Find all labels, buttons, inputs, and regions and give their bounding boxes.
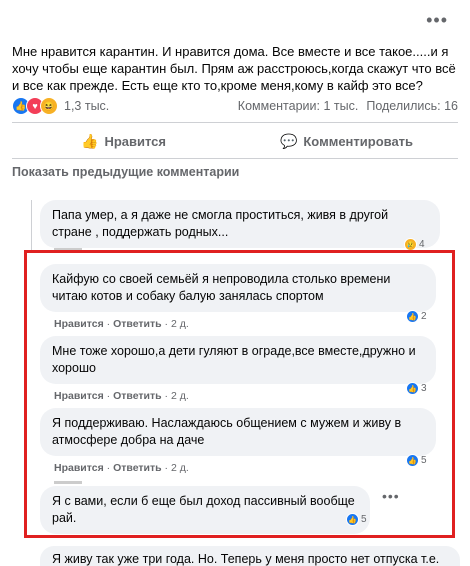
thread-line <box>31 200 32 250</box>
thumbs-up-icon: 👍 <box>81 132 99 149</box>
post-stats: 👍 ♥ 😆 1,3 тыс. Комментарии: 1 тыс. Подел… <box>12 97 458 115</box>
divider <box>12 158 458 159</box>
comment-button[interactable]: 💬 Комментировать <box>235 126 458 156</box>
divider <box>12 122 458 123</box>
post-options-icon[interactable]: ••• <box>426 10 448 31</box>
like-button-label: Нравится <box>104 133 166 149</box>
comment-icon: 💬 <box>279 132 298 149</box>
comments-count[interactable]: Комментарии: 1 тыс. <box>238 99 359 113</box>
like-button[interactable]: 👍 Нравится <box>12 126 235 156</box>
reaction-icons[interactable]: 👍 ♥ 😆 <box>12 97 58 115</box>
shares-count[interactable]: Поделились: 16 <box>366 99 458 113</box>
comment-bubble: Папа умер, а я даже не смогла проститься… <box>40 200 440 248</box>
comment-reaction-count: 4 <box>419 239 425 250</box>
comment-button-label: Комментировать <box>303 133 414 149</box>
show-previous-comments-link[interactable]: Показать предыдущие комментарии <box>12 165 239 179</box>
post-actions: 👍 Нравится 💬 Комментировать <box>12 126 458 156</box>
haha-reaction-icon: 😆 <box>40 97 58 115</box>
post-text: Мне нравится карантин. И нравится дома. … <box>12 44 456 93</box>
reactions-count[interactable]: 1,3 тыс. <box>64 99 109 113</box>
highlight-box <box>24 250 455 538</box>
comment-bubble: Я живу так уже три года. Но. Теперь у ме… <box>40 546 460 566</box>
comment-text: Я живу так уже три года. Но. Теперь у ме… <box>52 552 440 566</box>
comment-text: Папа умер, а я даже не смогла проститься… <box>52 208 389 239</box>
